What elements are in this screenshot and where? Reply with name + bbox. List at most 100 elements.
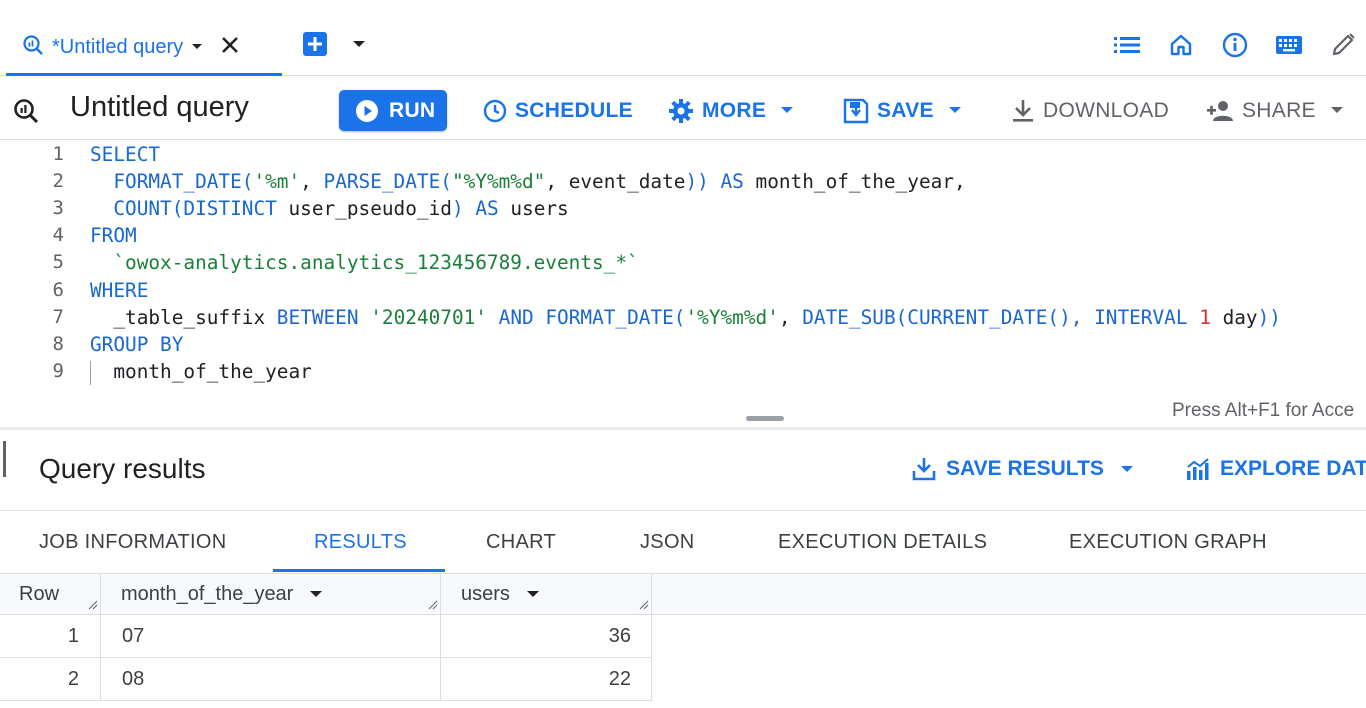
sql-keyword: INTERVAL (1094, 305, 1188, 329)
chevron-down-icon (948, 107, 961, 113)
column-resize-icon[interactable] (428, 600, 438, 610)
column-divider (100, 615, 101, 657)
sql-keyword: WHERE (90, 278, 149, 302)
sql-keyword: AND (498, 305, 534, 329)
code-area[interactable]: 1 SELECT 2 FORMAT_DATE('%m', PARSE_DATE("%… (0, 141, 1366, 401)
code-line[interactable]: 8 GROUP BY (0, 331, 1366, 358)
tab-menu-chevron-icon[interactable] (191, 38, 203, 56)
code-line[interactable]: 1 SELECT (0, 141, 1366, 168)
cell-month-of-the-year: 08 (122, 667, 145, 690)
save-results-icon (912, 458, 936, 481)
sql-string: `owox-analytics.analytics_123456789.even… (113, 251, 639, 275)
download-button[interactable]: DOWNLOAD (1011, 90, 1169, 131)
table-row[interactable]: 1 07 36 (0, 615, 652, 658)
code-line[interactable]: 5 `owox-analytics.analytics_123456789.ev… (0, 249, 1366, 276)
edit-icon[interactable] (1328, 30, 1358, 60)
editor-resize-handle[interactable] (746, 416, 784, 421)
sql-text: , (300, 170, 324, 194)
top-actions (1112, 30, 1358, 60)
code-text: FROM (90, 222, 137, 249)
share-label: SHARE (1242, 98, 1316, 122)
sql-editor[interactable]: 1 SELECT 2 FORMAT_DATE('%m', PARSE_DATE("%… (0, 141, 1366, 430)
code-line[interactable]: 3 COUNT(DISTINCT user_pseudo_id) AS user… (0, 195, 1366, 222)
code-text: FORMAT_DATE('%m', PARSE_DATE("%Y%m%d", e… (90, 168, 965, 195)
chevron-down-icon (781, 107, 794, 113)
download-label: DOWNLOAD (1043, 98, 1170, 122)
cell-users: 36 (608, 624, 631, 647)
sort-chevron-icon[interactable] (526, 590, 540, 599)
schedule-button[interactable]: SCHEDULE (483, 90, 633, 131)
run-button[interactable]: RUN (339, 90, 447, 131)
column-header-users-label: users (461, 582, 510, 605)
explore-data-button[interactable]: EXPLORE DATA (1186, 457, 1366, 481)
info-icon[interactable] (1220, 30, 1250, 60)
table-row[interactable]: 2 08 22 (0, 658, 652, 701)
home-icon[interactable] (1166, 30, 1196, 60)
list-icon[interactable] (1112, 30, 1142, 60)
column-header-users[interactable]: users (461, 574, 540, 614)
sql-keyword: PARSE_DATE( (323, 170, 452, 194)
column-divider (440, 574, 441, 614)
save-results-button[interactable]: SAVE RESULTS (912, 457, 1144, 481)
save-icon (843, 98, 869, 123)
tab-chart[interactable]: CHART (486, 512, 556, 574)
line-number: 1 (52, 143, 64, 165)
code-line[interactable]: 4 FROM (0, 222, 1366, 249)
new-query-button[interactable] (302, 31, 332, 61)
share-button[interactable]: SHARE (1206, 90, 1352, 131)
save-button[interactable]: SAVE (843, 90, 970, 131)
sql-string: '20240701' (370, 305, 487, 329)
active-results-tab-indicator (273, 569, 445, 572)
column-resize-icon[interactable] (88, 600, 98, 610)
tab-results[interactable]: RESULTS (314, 512, 407, 574)
schedule-label: SCHEDULE (515, 98, 633, 122)
more-label: MORE (702, 98, 767, 122)
line-number: 4 (52, 224, 64, 247)
chevron-down-icon (1120, 465, 1133, 472)
new-query-chevron-icon[interactable] (352, 36, 366, 54)
sql-text: _table_suffix (90, 305, 277, 329)
sql-keyword: BETWEEN (276, 305, 359, 329)
panel-drag-handle[interactable] (3, 441, 6, 477)
line-number: 8 (52, 332, 64, 355)
person-add-icon (1207, 100, 1233, 121)
more-button[interactable]: MORE (668, 90, 802, 131)
tab-execution-details[interactable]: EXECUTION DETAILS (778, 512, 987, 574)
tab-job-information[interactable]: JOB INFORMATION (39, 512, 226, 574)
column-divider (100, 658, 101, 700)
keyboard-icon[interactable] (1274, 30, 1304, 60)
code-text: SELECT (90, 141, 160, 168)
sql-keyword: ) (451, 197, 464, 221)
code-line[interactable]: 9 month_of_the_year (0, 358, 1366, 385)
page-title: Untitled query (70, 91, 249, 123)
column-resize-icon[interactable] (639, 600, 649, 610)
code-text: COUNT(DISTINCT user_pseudo_id) AS users (90, 195, 568, 222)
query-tab[interactable]: *Untitled query (6, 18, 282, 76)
code-line[interactable]: 6 WHERE (0, 277, 1366, 304)
table-header: Row month_of_the_year users (0, 574, 652, 615)
code-text: _table_suffix BETWEEN '20240701' AND FOR… (90, 304, 1281, 331)
explore-data-label: EXPLORE DATA (1220, 457, 1366, 480)
column-divider (100, 574, 101, 614)
save-label: SAVE (877, 98, 934, 122)
accessibility-hint: Press Alt+F1 for Acce (1172, 400, 1355, 421)
tab-execution-graph[interactable]: EXECUTION GRAPH (1069, 512, 1267, 574)
column-header-month[interactable]: month_of_the_year (121, 574, 323, 614)
code-line[interactable]: 2 FORMAT_DATE('%m', PARSE_DATE("%Y%m%d",… (0, 168, 1366, 195)
tab-json[interactable]: JSON (640, 512, 695, 574)
sort-chevron-icon[interactable] (309, 590, 323, 599)
cell-users: 22 (608, 667, 631, 690)
active-tab-indicator (6, 73, 282, 76)
sql-keyword: AS (475, 197, 499, 221)
code-line[interactable]: 7 _table_suffix BETWEEN '20240701' AND F… (0, 304, 1366, 331)
sql-number: 1 (1199, 305, 1211, 329)
line-number: 5 (52, 251, 64, 274)
clock-icon (483, 99, 507, 122)
close-tab-icon[interactable] (221, 36, 239, 59)
